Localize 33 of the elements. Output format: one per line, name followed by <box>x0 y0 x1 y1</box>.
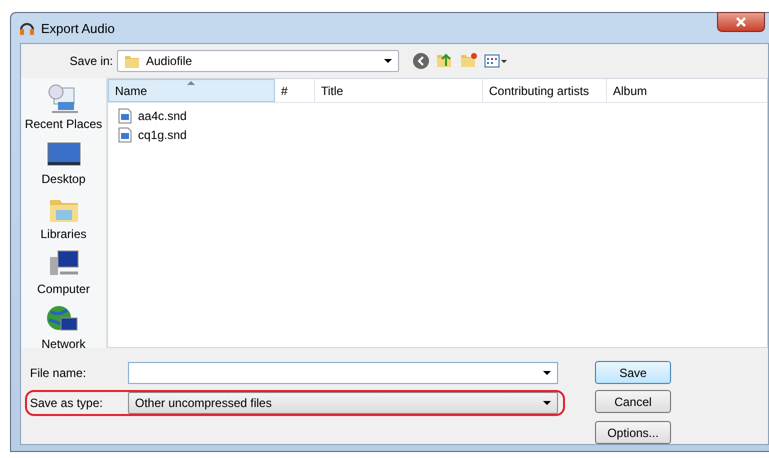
column-header[interactable]: Title <box>315 79 483 102</box>
audio-file-icon <box>118 126 132 142</box>
dialog-button[interactable]: Save <box>595 361 671 384</box>
column-header[interactable]: Album <box>607 79 767 102</box>
headphones-icon <box>19 20 35 36</box>
file-name-label: File name: <box>30 366 88 380</box>
save-in-label: Save in: <box>68 54 114 68</box>
window-title: Export Audio <box>41 20 115 36</box>
dialog-button[interactable]: Options... <box>595 421 671 444</box>
column-header[interactable]: Name <box>108 79 275 102</box>
column-header[interactable]: # <box>275 79 315 102</box>
up-folder-icon[interactable] <box>436 52 454 70</box>
back-icon[interactable] <box>412 52 430 70</box>
close-icon <box>735 17 747 27</box>
sidebar-item[interactable]: Network <box>41 302 86 351</box>
file-name-field[interactable] <box>128 362 558 384</box>
folder-icon <box>124 53 140 69</box>
save-as-type-label: Save as type: <box>30 396 104 410</box>
view-menu-icon[interactable] <box>484 53 508 69</box>
sort-arrow-icon <box>187 80 195 85</box>
sidebar-item[interactable]: Recent Places <box>24 82 102 131</box>
column-header[interactable]: Contributing artists <box>483 79 607 102</box>
sidebar-item[interactable]: Libraries <box>40 192 87 241</box>
audio-file-icon <box>118 108 132 124</box>
sidebar-item[interactable]: Computer <box>37 247 90 296</box>
sidebar-item[interactable]: Desktop <box>41 137 86 186</box>
file-item[interactable]: cq1g.snd <box>118 125 187 144</box>
file-item[interactable]: aa4c.snd <box>118 106 187 125</box>
save-as-type-dropdown[interactable]: Other uncompressed files <box>128 392 558 414</box>
save-in-dropdown[interactable]: Audiofile <box>117 50 399 72</box>
close-button[interactable] <box>717 12 765 32</box>
new-folder-icon[interactable] <box>460 52 478 70</box>
dialog-button[interactable]: Cancel <box>595 390 671 413</box>
